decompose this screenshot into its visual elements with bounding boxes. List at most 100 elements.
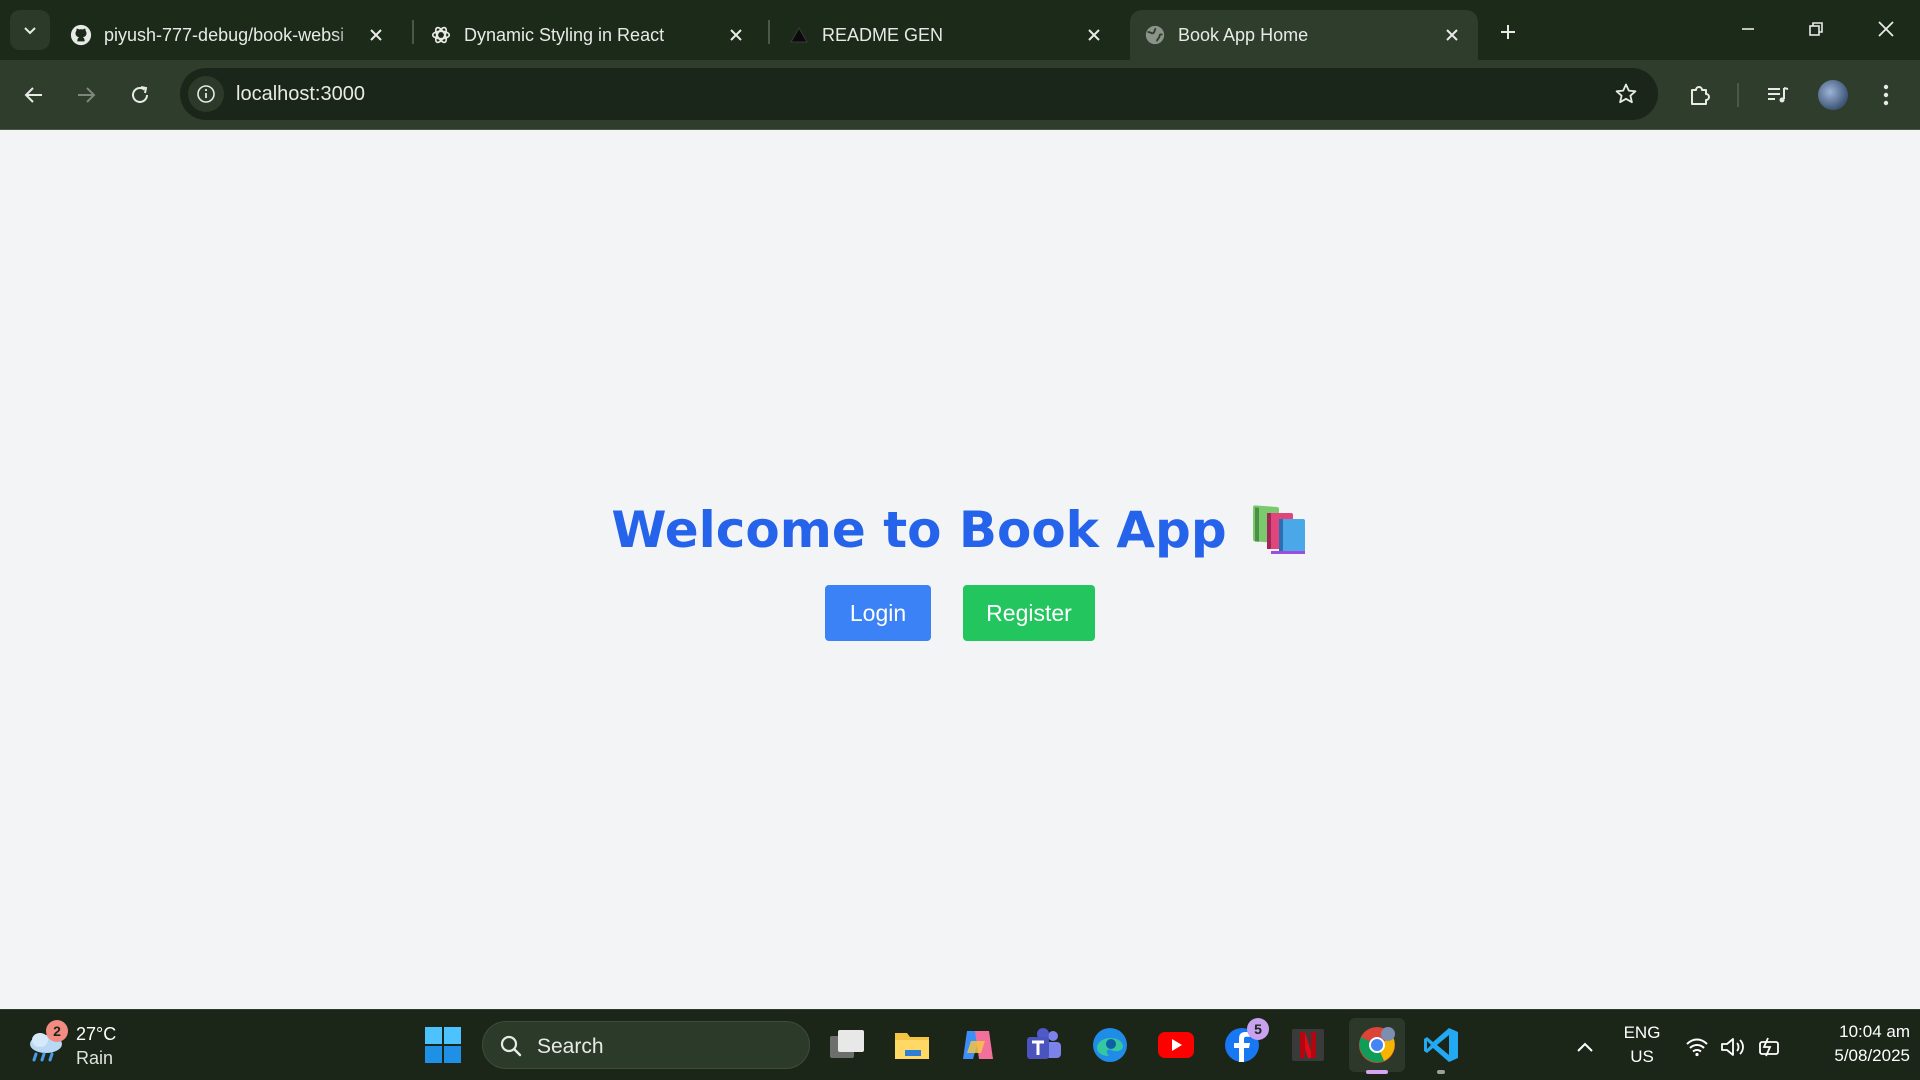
more-vertical-icon (1883, 84, 1889, 106)
github-icon (70, 24, 92, 46)
restore-button[interactable] (1786, 6, 1846, 52)
hero-title-row: Welcome to Book App (611, 501, 1308, 559)
copilot-icon (963, 1031, 993, 1059)
restore-icon (1809, 22, 1823, 36)
windows-taskbar: 2 27°C Rain Search 5 ENG US 10:04 am 5/0… (0, 1009, 1920, 1080)
facebook-button[interactable]: 5 (1219, 1018, 1269, 1068)
notification-badge: 5 (1247, 1018, 1269, 1040)
tab-title: Dynamic Styling in React (464, 24, 665, 45)
chrome-icon (1359, 1027, 1395, 1063)
weather-temperature: 27°C (76, 1024, 117, 1044)
globe-icon (1144, 24, 1166, 46)
search-placeholder: Search (537, 1035, 604, 1058)
copilot-button[interactable] (955, 1022, 1001, 1068)
netflix-button[interactable] (1285, 1022, 1331, 1068)
bookmark-button[interactable] (1612, 80, 1640, 108)
playlist-music-icon (1768, 87, 1789, 103)
tab-title: Book App Home (1178, 24, 1309, 45)
close-tab-icon[interactable] (364, 23, 388, 47)
close-tab-icon[interactable] (1082, 23, 1106, 47)
clock-date: 5/08/2025 (1834, 1046, 1910, 1065)
taskbar-search[interactable]: Search (482, 1021, 810, 1069)
puzzle-icon (1691, 86, 1710, 105)
weather-badge: 2 (46, 1020, 68, 1042)
tab-title: README GEN (822, 24, 944, 45)
close-tab-icon[interactable] (1440, 23, 1464, 47)
tab-book-app-home[interactable]: Book App Home (1130, 10, 1478, 60)
new-tab-button[interactable] (1490, 14, 1526, 50)
volume-icon[interactable] (1720, 1034, 1746, 1060)
folder-icon (895, 1033, 929, 1059)
task-view-button[interactable] (824, 1022, 870, 1068)
chrome-button[interactable] (1349, 1018, 1405, 1074)
weather-condition: Rain (76, 1048, 114, 1068)
plus-icon (1501, 25, 1515, 39)
task-view-icon (830, 1030, 864, 1058)
media-control-button[interactable] (1758, 75, 1798, 115)
tab-search-button[interactable] (10, 10, 50, 50)
tab-github[interactable]: piyush-777-debug/book-websi (56, 10, 402, 60)
tab-separator (412, 20, 414, 44)
chevron-down-icon (24, 27, 36, 35)
browser-toolbar: localhost:3000 (0, 60, 1920, 130)
web-page: Welcome to Book App Login Register (0, 131, 1920, 1009)
edge-button[interactable] (1087, 1022, 1133, 1068)
chatgpt-icon (430, 24, 452, 46)
language-indicator[interactable]: ENG US (1614, 1023, 1670, 1067)
profile-avatar[interactable] (1818, 80, 1848, 110)
extensions-button[interactable] (1680, 75, 1720, 115)
youtube-button[interactable] (1153, 1022, 1199, 1068)
netflix-icon (1292, 1029, 1324, 1061)
language-code: ENG (1623, 1023, 1661, 1042)
reload-button[interactable] (120, 75, 160, 115)
keyboard-region: US (1630, 1047, 1654, 1066)
minimize-button[interactable] (1718, 6, 1778, 52)
toolbar-divider (1737, 83, 1739, 107)
active-app-indicator (1366, 1070, 1388, 1074)
close-tab-icon[interactable] (724, 23, 748, 47)
search-icon (500, 1035, 522, 1057)
browser-tab-bar: piyush-777-debug/book-websi Dynamic Styl… (0, 0, 1920, 60)
browser-menu-button[interactable] (1866, 75, 1906, 115)
running-app-indicator (1437, 1070, 1445, 1074)
windows-logo-icon (425, 1027, 461, 1063)
login-button[interactable]: Login (825, 585, 931, 641)
tab-title: piyush-777-debug/book-websi (104, 24, 345, 45)
teams-icon (1027, 1028, 1061, 1059)
wifi-icon[interactable] (1684, 1034, 1710, 1060)
teams-button[interactable] (1021, 1022, 1067, 1068)
star-icon (1615, 83, 1637, 104)
address-bar[interactable]: localhost:3000 (180, 68, 1658, 120)
weather-widget[interactable]: 2 27°C Rain (26, 1020, 136, 1070)
auth-buttons: Login Register (825, 585, 1095, 641)
file-explorer-button[interactable] (889, 1022, 935, 1068)
page-title: Welcome to Book App (611, 501, 1227, 559)
register-button[interactable]: Register (963, 585, 1095, 641)
arrow-right-icon (78, 87, 96, 103)
triangle-icon (788, 24, 810, 46)
show-hidden-icons-button[interactable] (1572, 1034, 1598, 1060)
tab-readme-gen[interactable]: README GEN (774, 10, 1120, 60)
forward-button[interactable] (66, 75, 106, 115)
books-icon (1249, 503, 1309, 557)
tab-separator (768, 20, 770, 44)
close-window-button[interactable] (1856, 6, 1916, 52)
arrow-left-icon (24, 87, 42, 103)
start-button[interactable] (420, 1022, 466, 1068)
edge-icon (1093, 1028, 1127, 1062)
close-icon (1878, 21, 1894, 37)
tab-dynamic-styling[interactable]: Dynamic Styling in React (416, 10, 762, 60)
site-info-button[interactable] (188, 76, 224, 112)
url-text[interactable]: localhost:3000 (236, 83, 365, 106)
vscode-button[interactable] (1418, 1022, 1464, 1074)
youtube-icon (1158, 1032, 1194, 1058)
clock-time: 10:04 am (1839, 1022, 1910, 1041)
battery-charging-icon[interactable] (1756, 1034, 1782, 1060)
vscode-icon (1424, 1028, 1458, 1062)
hero-section: Welcome to Book App Login Register (0, 501, 1920, 641)
minimize-icon (1742, 28, 1754, 30)
clock[interactable]: 10:04 am 5/08/2025 (1800, 1022, 1910, 1066)
info-icon (197, 85, 215, 103)
back-button[interactable] (14, 75, 54, 115)
reload-icon (132, 86, 148, 103)
